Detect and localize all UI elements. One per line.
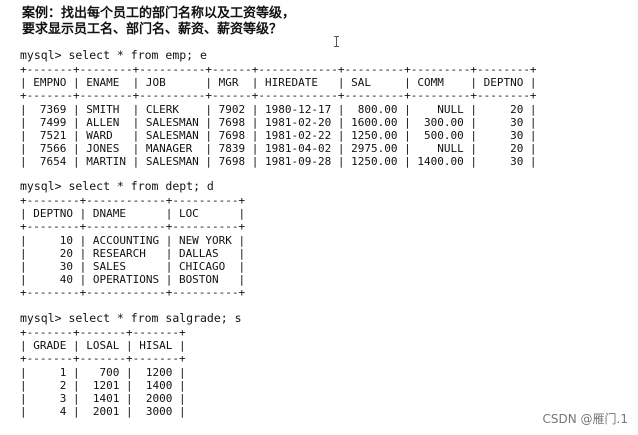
salgrade-table: +-------+-------+-------+ | GRADE | LOSA… xyxy=(20,326,186,419)
case-title-line2: 要求显示员工名、部门名、薪资、薪资等级？ xyxy=(22,22,283,37)
salgrade-query-command: mysql> select * from salgrade; s xyxy=(20,311,242,325)
text-cursor-icon xyxy=(334,36,339,47)
emp-table: +-------+--------+----------+------+----… xyxy=(20,63,537,169)
csdn-watermark: CSDN @雁门.1 xyxy=(542,412,628,426)
dept-query-command: mysql> select * from dept; d xyxy=(20,179,214,193)
emp-query-command: mysql> select * from emp; e xyxy=(20,48,207,62)
case-title-line1: 案例：找出每个员工的部门名称以及工资等级， xyxy=(22,6,296,21)
dept-table: +--------+------------+----------+ | DEP… xyxy=(20,194,246,300)
